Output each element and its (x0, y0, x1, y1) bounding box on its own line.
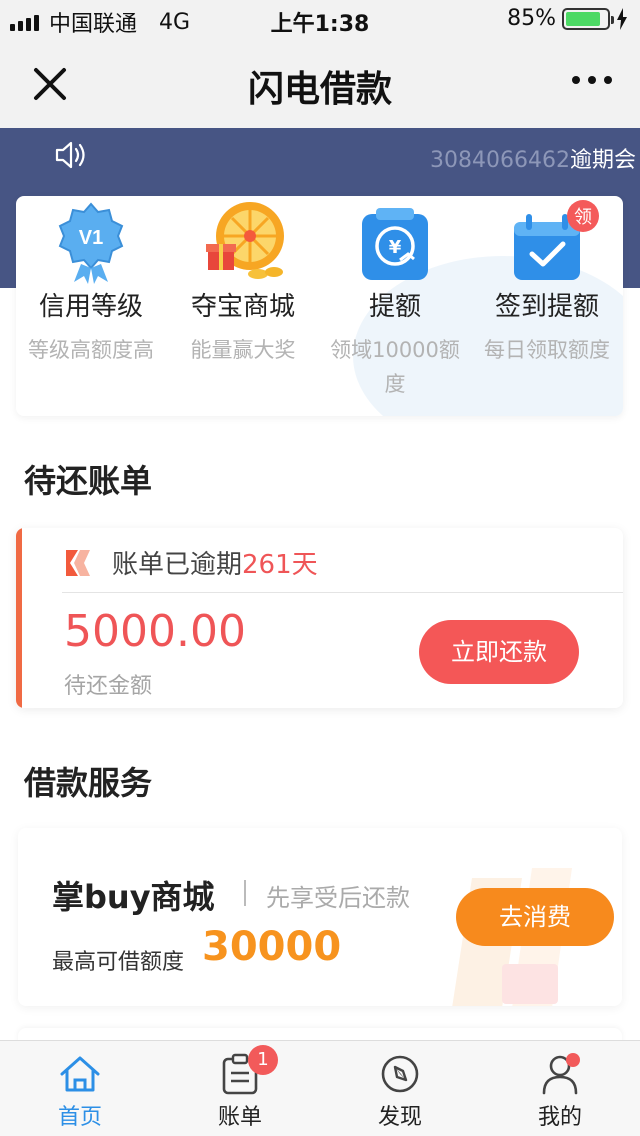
badge-text: V1 (79, 227, 103, 249)
bill-logo-icon (66, 549, 90, 576)
tab-mine[interactable]: 我的 (480, 1041, 640, 1136)
tab-label: 我的 (537, 1105, 582, 1130)
tab-label: 账单 (217, 1105, 262, 1130)
quick-access-card: V1 信用等级 等级高额度高 夺宝商城 能量赢大奖 ¥ 提额 领域10000额度… (16, 196, 623, 416)
compass-icon (381, 1055, 419, 1093)
quick-item-subtitle: 领域10000额度 (330, 338, 460, 396)
service-name: 掌buy商城 (52, 878, 215, 916)
quick-item-title: 签到提额 (494, 292, 599, 322)
svg-text:¥: ¥ (389, 237, 402, 258)
tab-bill[interactable]: 账单 (160, 1041, 320, 1136)
tab-label: 首页 (57, 1105, 102, 1130)
quick-item-title: 信用等级 (38, 292, 143, 322)
bill-count-badge: 1 (248, 1045, 278, 1075)
bill-accent-bar (16, 528, 22, 708)
overdue-days: 261天 (242, 550, 318, 580)
go-consume-button[interactable]: 去消费 (456, 888, 614, 946)
battery-icon (562, 7, 614, 30)
charging-icon (617, 7, 627, 30)
pending-bill-card[interactable]: 账单已逾期 261天 5000.00 待还金额 立即还款 (16, 528, 623, 708)
tab-home[interactable]: 首页 (0, 1041, 160, 1136)
quick-item-checkin[interactable]: 领 签到提额 每日领取额度 (472, 196, 622, 367)
overdue-text: 账单已逾期 (112, 550, 243, 580)
tab-discover[interactable]: 发现 (320, 1041, 480, 1136)
repay-now-button[interactable]: 立即还款 (419, 620, 579, 684)
quick-item-subtitle: 等级高额度高 (28, 338, 154, 362)
service-slogan: 先享受后还款 (266, 884, 410, 912)
limit-value: 30000 (202, 924, 342, 970)
quick-item-treasure-mall[interactable]: 夺宝商城 能量赢大奖 (168, 196, 318, 367)
status-bar: 中国联通 4G 上午1:38 85% (0, 0, 640, 40)
notice-text-highlight: 逾期会 (569, 148, 636, 173)
nav-bar: 闪电借款 (0, 40, 640, 128)
notice-marquee[interactable]: 3084066462逾期会 (430, 142, 640, 174)
section-title-loan-service: 借款服务 (24, 764, 153, 802)
prize-wheel-icon (168, 196, 318, 286)
bill-header: 账单已逾期 261天 (64, 544, 318, 581)
calendar-check-icon: 领 (472, 196, 622, 286)
page-title: 闪电借款 (247, 69, 392, 110)
quick-item-subtitle: 能量赢大奖 (190, 338, 296, 362)
battery-percent: 85% (507, 6, 556, 31)
pending-amount-label: 待还金额 (64, 674, 153, 699)
checkin-badge-text: 领 (574, 207, 592, 228)
home-icon (60, 1056, 100, 1092)
quick-item-credit-level[interactable]: V1 信用等级 等级高额度高 (16, 196, 166, 367)
v1-badge-icon: V1 (16, 196, 166, 286)
speaker-icon (55, 141, 85, 169)
quick-item-title: 夺宝商城 (190, 292, 295, 322)
tab-bar: 首页 账单 发现 我的 1 (0, 1040, 640, 1136)
quick-item-title: 提额 (368, 292, 421, 322)
quick-item-subtitle: 每日领取额度 (484, 338, 610, 362)
pending-amount: 5000.00 (64, 606, 246, 657)
mine-notification-dot (566, 1053, 580, 1067)
yuan-clipboard-icon: ¥ (320, 196, 470, 286)
loan-service-card[interactable]: 掌buy商城 先享受后还款 最高可借额度 30000 去消费 (18, 828, 622, 1006)
notice-text: 3084066462 (430, 148, 570, 173)
tab-label: 发现 (377, 1105, 422, 1130)
quick-item-raise-limit[interactable]: ¥ 提额 领域10000额度 (320, 196, 470, 401)
more-icon[interactable] (572, 76, 612, 84)
limit-label: 最高可借额度 (52, 950, 185, 975)
section-title-pending-bill: 待还账单 (24, 462, 153, 500)
